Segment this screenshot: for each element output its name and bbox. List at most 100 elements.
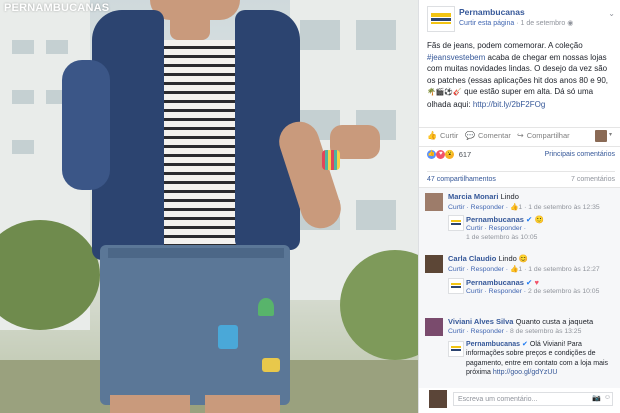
post-date[interactable]: 1 de setembro [521,20,566,27]
reactions-count[interactable]: 617 [459,150,472,159]
post-meta: Curtir esta página · 1 de setembro ◉ [459,19,573,27]
love-reaction-icon[interactable]: ♥ [436,150,446,160]
building-window [12,40,34,54]
post-side-panel: Pernambucanas Curtir esta página · 1 de … [418,0,620,413]
page-reply-avatar[interactable] [448,215,464,231]
share-button[interactable]: ↪ Compartilhar [517,131,570,140]
commenter-name[interactable]: Carla Claudio [448,254,496,263]
reply-date[interactable]: 2 de setembro às 10:05 [528,288,599,295]
comment-actions[interactable]: Curtir · Responder · [448,328,510,335]
like-page-link[interactable]: Curtir esta página [459,20,514,27]
bracelets [322,150,340,170]
replier-name[interactable]: Pernambucanas [466,215,524,224]
comment-label: Comentar [477,131,511,140]
smile-emoji-icon: 😊 [518,254,529,263]
page-reply-avatar[interactable] [448,278,464,294]
comment-input[interactable]: Escreva um comentário... [453,392,613,406]
pernambucanas-logo-icon [431,13,451,24]
comment-actions[interactable]: Curtir · Responder · [448,266,510,273]
reply-meta: Curtir · Responder · 2 de setembro às 10… [466,288,599,295]
palm-tree-patch-icon [258,298,274,316]
like-reaction-icon[interactable]: 👍 [427,150,436,160]
wow-reaction-icon[interactable]: 😮 [445,150,455,160]
building-window [12,140,34,154]
commenter-avatar[interactable] [425,318,443,336]
comment-date[interactable]: · 1 de setembro às 12:27 [522,266,600,273]
comment-body: Marcia Monari Lindo [448,192,618,202]
model-leg [110,395,190,413]
commenter-name[interactable]: Viviani Alves Silva [448,317,513,326]
commenter-avatar[interactable] [425,193,443,211]
reactions-row: 👍 ♥ 😮 617 Principais comentários [427,150,615,164]
emoji-icon[interactable]: ☺ [604,394,611,401]
reply-date[interactable]: 1 de setembro às 10:05 [466,234,537,241]
comment-text: Lindo [500,192,519,201]
reply-body: Pernambucanas ✔ 🙂 [466,215,616,225]
camera-icon[interactable]: 📷 [592,394,601,402]
comment-body: Carla Claudio Lindo 😊 [448,254,618,264]
patch-icon [262,358,280,372]
comment-actions[interactable]: Curtir · Responder · [448,204,510,211]
replier-name[interactable]: Pernambucanas [466,341,520,348]
post-link[interactable]: http://bit.ly/2bF2FOg [473,100,545,109]
comment-date[interactable]: 8 de setembro às 13:25 [510,328,581,335]
comment-text: Quanto custa a jaqueta [515,317,594,326]
shares-row: 47 compartilhamentos 7 comentários [427,171,615,183]
comment-meta: Curtir · Responder · 👍1 · 1 de setembro … [448,203,600,211]
building-window [356,20,396,50]
comment-body: Viviani Alves Silva Quanto custa a jaque… [448,317,618,327]
building-window [12,90,34,104]
reply-meta: Curtir · Responder · [466,225,526,232]
share-icon: ↪ [517,131,524,140]
thumbs-up-icon: 👍 [427,131,437,140]
verified-badge-icon: ✔ [526,215,533,224]
comment-meta: Curtir · Responder · 8 de setembro às 13… [448,328,581,335]
shorts-waistband [108,248,284,258]
jacket-sleeve [62,60,110,190]
viewer-avatar [429,390,447,408]
viewer-avatar[interactable] [595,130,607,142]
emoji-line: 🌴🎬⚽🎸 [427,89,462,96]
chevron-down-icon[interactable]: ⌄ [608,9,615,18]
hashtag-link[interactable]: #jeansvestebem [427,53,485,62]
post-actions: 👍 Curtir 💬 Comentar ↪ Compartilhar ▾ [419,127,620,147]
building-window [300,20,340,50]
comment-meta: Curtir · Responder · 👍1 · 1 de setembro … [448,265,600,273]
building-window [356,200,396,230]
like-button[interactable]: 👍 Curtir [427,131,458,140]
verified-badge-icon: ✔ [526,278,533,287]
sort-comments-dropdown[interactable]: Principais comentários [545,151,615,158]
model-leg [205,395,280,413]
shares-count-link[interactable]: 47 compartilhamentos [427,176,496,183]
replier-name[interactable]: Pernambucanas [466,278,524,287]
page-name[interactable]: Pernambucanas [459,7,525,17]
heart-emoji-icon: ♥ [534,278,539,287]
post-header: Pernambucanas Curtir esta página · 1 de … [427,6,615,32]
reply-actions[interactable]: Curtir · Responder · [466,288,528,295]
post-text-part: Fãs de jeans, podem comemorar. A coleção [427,41,583,50]
denim-shorts [100,245,290,405]
chevron-down-icon[interactable]: ▾ [609,131,612,138]
globe-icon: ◉ [567,20,574,27]
page-reply-avatar[interactable] [448,341,464,357]
verified-badge-icon: ✔ [522,341,528,348]
reply-body: Pernambucanas ✔ ♥ [466,278,616,288]
post-photo[interactable]: PERNAMBUCANAS [0,0,418,413]
patch-icon [218,325,238,349]
commenter-avatar[interactable] [425,255,443,273]
brand-watermark: PERNAMBUCANAS [4,2,110,14]
comment-button[interactable]: 💬 Comentar [465,131,511,140]
share-label: Compartilhar [526,131,570,140]
commenter-name[interactable]: Marcia Monari [448,192,498,201]
reply-link[interactable]: http://goo.gl/gdYzUU [493,369,558,376]
smile-emoji-icon: 🙂 [534,215,544,224]
comment-icon: 💬 [465,131,475,140]
building-window [46,40,68,54]
pernambucanas-logo-icon [451,346,461,351]
reply-actions[interactable]: Curtir · Responder · [466,225,526,232]
comments-count[interactable]: 7 comentários [571,176,615,183]
like-label: Curtir [439,131,459,140]
pernambucanas-logo-icon [451,220,461,225]
page-avatar[interactable] [427,6,455,32]
comment-date[interactable]: · 1 de setembro às 12:35 [522,204,600,211]
